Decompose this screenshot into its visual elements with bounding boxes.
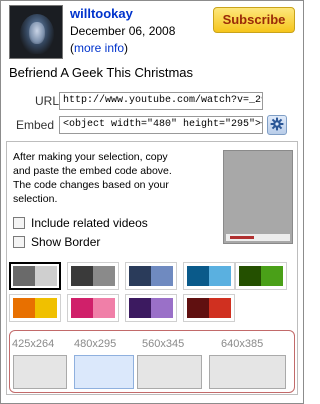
color-swatch[interactable] [125, 294, 177, 322]
swatch-primary-color [71, 298, 93, 318]
swatch-secondary-color [209, 266, 231, 286]
gear-icon[interactable] [267, 115, 287, 135]
color-swatch[interactable] [9, 294, 61, 322]
swatch-primary-color [129, 298, 151, 318]
customize-instructions: After making your selection, copy and pa… [13, 151, 172, 205]
swatch-primary-color [239, 266, 261, 286]
show-border-option[interactable]: Show Border [13, 235, 100, 249]
size-option[interactable] [13, 355, 67, 389]
color-swatch[interactable] [67, 294, 119, 322]
size-label: 560x345 [142, 338, 185, 350]
embed-code-field[interactable]: <object width="480" height="295"><param [59, 116, 263, 134]
more-info-close-paren: ) [124, 41, 129, 55]
swatch-primary-color [13, 266, 35, 286]
color-swatch[interactable] [183, 262, 235, 290]
size-option[interactable] [209, 355, 286, 389]
username-link[interactable]: willtookay [70, 6, 133, 21]
customize-panel: After making your selection, copy and pa… [6, 141, 298, 395]
swatch-secondary-color [261, 266, 283, 286]
swatch-secondary-color [35, 298, 57, 318]
video-title: Befriend A Geek This Christmas [9, 65, 194, 80]
url-field[interactable]: http://www.youtube.com/watch?v=_29UU4 [59, 92, 263, 110]
swatch-primary-color [129, 266, 151, 286]
swatch-primary-color [187, 298, 209, 318]
swatch-secondary-color [35, 266, 57, 286]
show-border-label: Show Border [31, 235, 101, 249]
gear-icon-glyph [270, 117, 284, 131]
player-preview [223, 150, 293, 244]
more-info: (more info) [70, 41, 128, 55]
url-label: URL [35, 94, 60, 108]
swatch-secondary-color [93, 266, 115, 286]
size-label: 480x295 [74, 338, 117, 350]
more-info-link[interactable]: more info [74, 41, 124, 55]
avatar[interactable] [9, 5, 63, 59]
player-progress [230, 236, 254, 239]
size-selector: 425x264 480x295 560x345 640x385 [9, 330, 295, 393]
embed-panel: willtookay December 06, 2008 (more info)… [0, 0, 304, 404]
color-swatch[interactable] [183, 294, 235, 322]
avatar-face [29, 22, 45, 44]
swatch-secondary-color [93, 298, 115, 318]
include-related-option[interactable]: Include related videos [13, 216, 148, 230]
swatch-primary-color [71, 266, 93, 286]
size-option[interactable] [74, 355, 134, 389]
show-border-checkbox[interactable] [13, 236, 25, 248]
upload-date: December 06, 2008 [70, 24, 176, 38]
color-swatch[interactable] [67, 262, 119, 290]
swatch-secondary-color [151, 298, 173, 318]
swatch-primary-color [187, 266, 209, 286]
swatch-secondary-color [151, 266, 173, 286]
include-related-checkbox[interactable] [13, 217, 25, 229]
size-option[interactable] [137, 355, 202, 389]
swatch-secondary-color [209, 298, 231, 318]
color-swatch[interactable] [9, 262, 61, 290]
color-swatch[interactable] [235, 262, 287, 290]
include-related-label: Include related videos [31, 216, 148, 230]
swatch-primary-color [13, 298, 35, 318]
size-label: 640x385 [221, 338, 264, 350]
subscribe-button[interactable]: Subscribe [213, 7, 295, 33]
color-swatch[interactable] [125, 262, 177, 290]
size-label: 425x264 [12, 338, 55, 350]
embed-label: Embed [16, 118, 55, 132]
